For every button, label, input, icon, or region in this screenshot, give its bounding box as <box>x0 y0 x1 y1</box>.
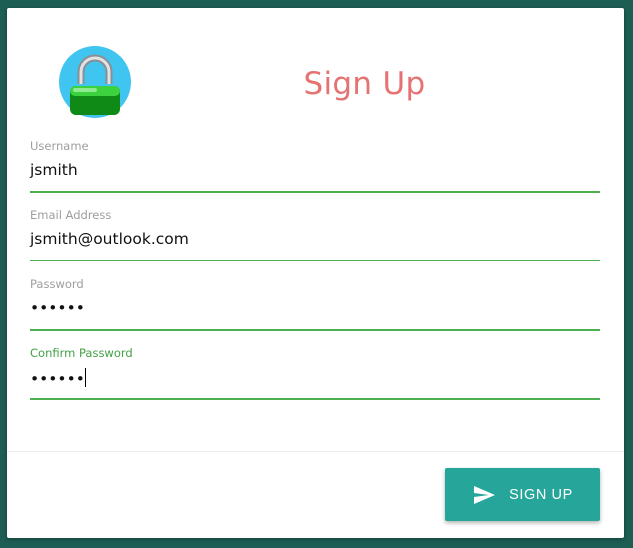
page-title: Sign Up <box>303 66 426 102</box>
signup-button-label: SIGN UP <box>509 486 573 503</box>
confirm-password-value: •••••• <box>30 370 85 388</box>
footer-divider <box>7 451 624 452</box>
signup-button[interactable]: SIGN UP <box>445 468 600 521</box>
password-underline <box>30 329 600 331</box>
password-field[interactable]: Password •••••• <box>30 277 600 335</box>
padlock-icon <box>59 46 131 118</box>
email-label: Email Address <box>30 208 112 222</box>
confirm-password-field[interactable]: Confirm Password •••••• <box>30 346 600 404</box>
confirm-password-label: Confirm Password <box>30 346 133 360</box>
send-icon <box>474 485 496 504</box>
email-input[interactable]: jsmith@outlook.com <box>30 230 189 248</box>
confirm-password-underline <box>30 398 600 400</box>
text-caret <box>84 368 86 387</box>
email-underline <box>30 260 600 261</box>
email-field[interactable]: Email Address jsmith@outlook.com <box>30 208 600 266</box>
username-input[interactable]: jsmith <box>30 161 78 179</box>
confirm-password-input[interactable]: •••••• <box>30 368 86 388</box>
username-underline <box>30 191 600 193</box>
password-input[interactable]: •••••• <box>30 299 85 317</box>
username-field[interactable]: Username jsmith <box>30 139 600 197</box>
username-label: Username <box>30 139 89 153</box>
password-label: Password <box>30 277 84 291</box>
signup-card: Sign Up Username jsmith Email Address js… <box>7 8 624 538</box>
